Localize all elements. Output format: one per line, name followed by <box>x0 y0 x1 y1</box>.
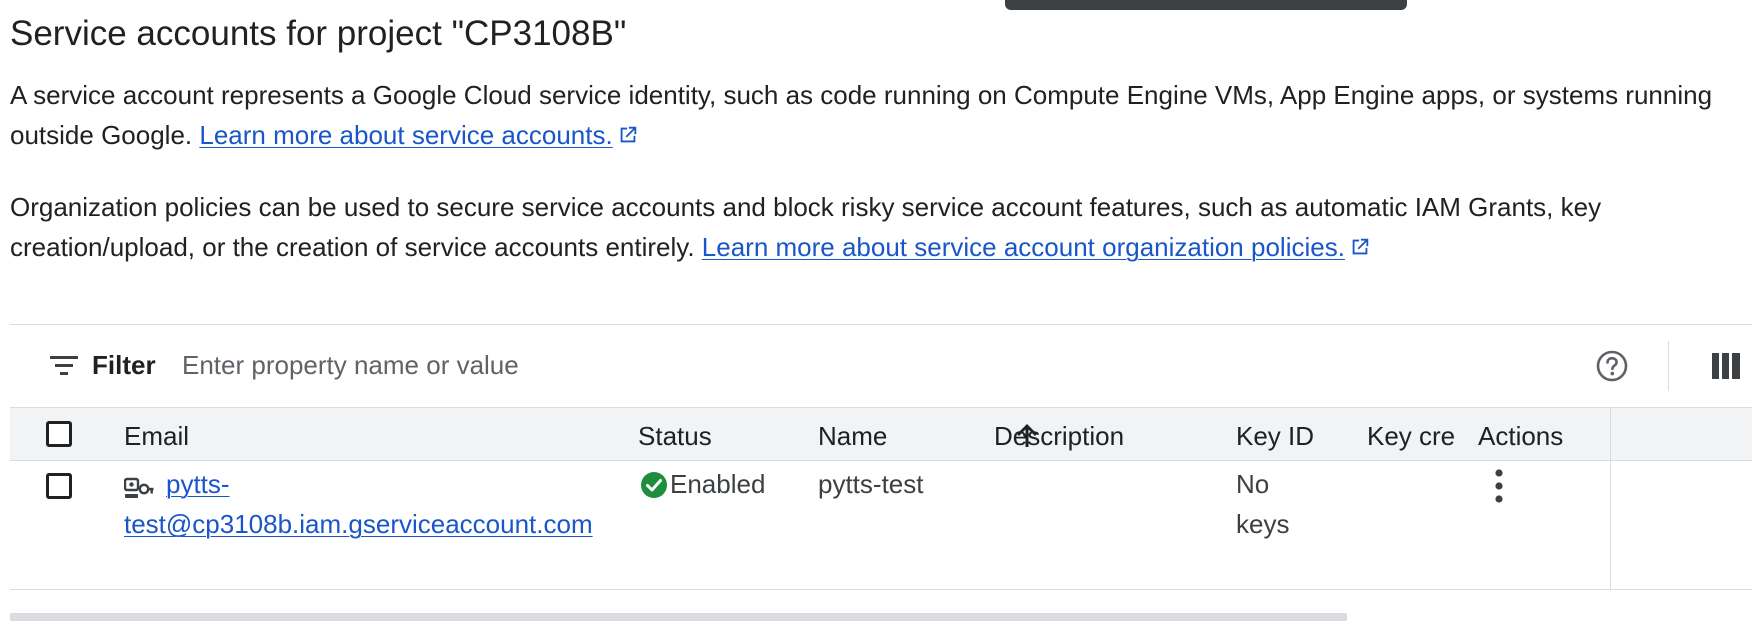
actions-column-divider <box>1610 459 1611 589</box>
filter-icon[interactable] <box>50 355 78 377</box>
column-header-key-creation-date[interactable]: Key creation date <box>1367 421 1455 452</box>
column-header-status[interactable]: Status <box>638 421 712 452</box>
column-header-actions: Actions <box>1478 421 1564 451</box>
more-vert-icon[interactable] <box>1494 469 1504 503</box>
column-header-description[interactable]: Description <box>994 421 1124 452</box>
horizontal-scrollbar[interactable] <box>10 613 1347 621</box>
policy-paragraph: Organization policies can be used to sec… <box>10 187 1745 267</box>
learn-more-org-policies-link[interactable]: Learn more about service account organiz… <box>702 232 1345 262</box>
key-id-cell: No keys <box>1236 469 1290 539</box>
actions-column-divider <box>1610 408 1611 460</box>
learn-more-service-accounts-link[interactable]: Learn more about service accounts. <box>199 120 612 150</box>
help-icon[interactable] <box>1595 349 1629 383</box>
column-header-email[interactable]: Email <box>124 421 189 452</box>
table-row: pytts-test@cp3108b.iam.gserviceaccount.c… <box>10 459 1752 590</box>
filter-label: Filter <box>92 350 156 380</box>
select-all-checkbox[interactable] <box>46 421 72 447</box>
name-cell: pytts-test <box>818 469 924 499</box>
page-title: Service accounts for project "CP3108B" <box>10 14 627 53</box>
check-circle-icon <box>641 472 667 498</box>
tooltip-bar <box>1005 0 1407 10</box>
toolbar-divider <box>1668 341 1669 391</box>
column-header-name[interactable]: Name <box>818 421 887 452</box>
column-display-icon[interactable] <box>1712 353 1740 379</box>
intro-paragraph: A service account represents a Google Cl… <box>10 75 1745 155</box>
email-cell: pytts-test@cp3108b.iam.gserviceaccount.c… <box>124 464 664 544</box>
table-header-row: Email Status Name Description Key ID Key… <box>10 407 1752 461</box>
column-header-key-id[interactable]: Key ID <box>1236 421 1314 452</box>
service-account-email-link[interactable]: pytts-test@cp3108b.iam.gserviceaccount.c… <box>124 469 593 539</box>
open-in-new-icon[interactable] <box>617 124 639 146</box>
filter-bar: Filter <box>10 325 1752 407</box>
row-checkbox[interactable] <box>46 473 72 499</box>
service-accounts-table: Filter Email Status Name Description Key… <box>10 324 1752 623</box>
open-in-new-icon[interactable] <box>1349 236 1371 258</box>
filter-input[interactable] <box>182 343 1582 387</box>
status-text: Enabled <box>670 469 766 499</box>
